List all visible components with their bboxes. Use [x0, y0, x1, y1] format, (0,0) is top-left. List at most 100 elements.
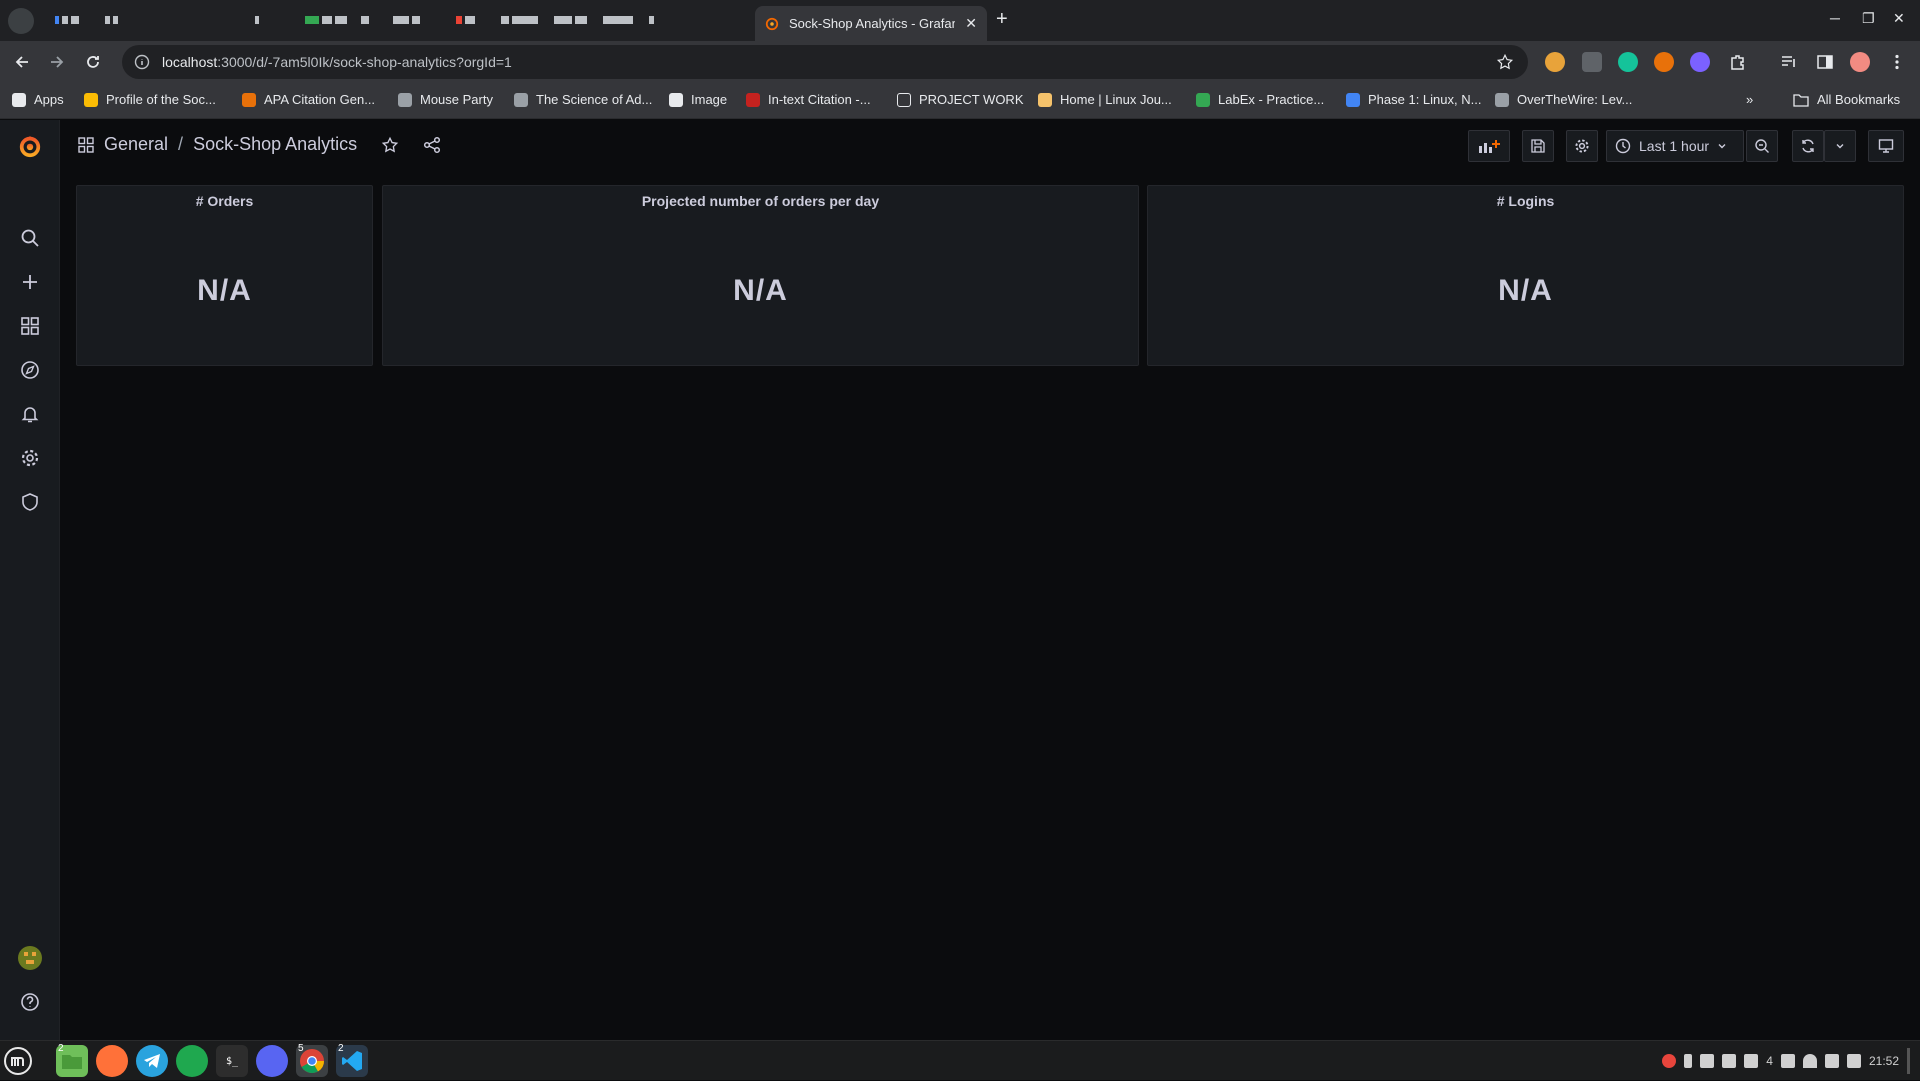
vscode-icon[interactable]: 2 — [336, 1043, 368, 1077]
background-tabs-2[interactable] — [255, 12, 654, 28]
bookmark-star-icon[interactable] — [1496, 53, 1514, 71]
clipboard-icon[interactable] — [1700, 1054, 1715, 1068]
new-tab-icon[interactable]: + — [996, 8, 1008, 31]
evernote-app-icon[interactable] — [176, 1045, 208, 1077]
music-icon[interactable] — [1824, 1054, 1839, 1068]
start-menu-icon[interactable] — [2, 1045, 34, 1077]
save-dashboard-button[interactable] — [1522, 130, 1554, 162]
forward-icon[interactable] — [46, 51, 68, 73]
kebab-menu-icon[interactable] — [1886, 51, 1908, 73]
wifi-icon[interactable] — [1802, 1054, 1817, 1068]
monitor-icon — [1878, 138, 1894, 154]
metamask-icon[interactable] — [1654, 52, 1674, 72]
bookmark-label: APA Citation Gen... — [264, 92, 376, 107]
more-bookmarks-icon[interactable]: » — [1746, 92, 1753, 107]
bluetooth-icon[interactable] — [1684, 1054, 1693, 1068]
keyboard-layout-icon[interactable] — [1780, 1054, 1795, 1068]
browser-tab-strip: Sock-Shop Analytics - Grafan ✕ + ─ ❐ ✕ — [0, 0, 1920, 41]
side-panel-icon[interactable] — [1814, 51, 1836, 73]
apps-grid-icon — [12, 92, 26, 107]
server-admin-shield-icon[interactable] — [18, 490, 42, 514]
bookmark-item[interactable]: LabEx - Practice... — [1196, 92, 1324, 107]
add-panel-button[interactable] — [1468, 130, 1510, 162]
bookmark-item[interactable]: Mouse Party — [398, 92, 493, 107]
extension-5-icon[interactable] — [1690, 52, 1710, 72]
help-icon[interactable] — [18, 990, 42, 1014]
dashboards-grid-icon[interactable] — [18, 314, 42, 338]
grammarly-icon[interactable] — [1618, 52, 1638, 72]
bookmark-item[interactable]: APA Citation Gen... — [242, 92, 375, 107]
bookmark-item[interactable]: Phase 1: Linux, N... — [1346, 92, 1481, 107]
panel-title[interactable]: Projected number of orders per day — [383, 193, 1138, 209]
reload-icon[interactable] — [82, 51, 104, 73]
bookmark-item[interactable]: Home | Linux Jou... — [1038, 92, 1172, 107]
alerting-bell-icon[interactable] — [18, 402, 42, 426]
profile-avatar[interactable] — [1850, 52, 1870, 72]
close-tab-icon[interactable]: ✕ — [965, 15, 977, 32]
panel-logins[interactable]: # Logins N/A — [1147, 185, 1904, 366]
clock-time[interactable]: 21:52 — [1869, 1054, 1899, 1068]
zoom-out-button[interactable] — [1746, 130, 1778, 162]
bookmark-item[interactable]: PROJECT WORK — [897, 92, 1024, 107]
discord-icon[interactable] — [256, 1045, 288, 1077]
terminal-icon[interactable]: $_ — [216, 1045, 248, 1077]
all-bookmarks-button[interactable]: All Bookmarks — [1793, 92, 1900, 107]
create-plus-icon[interactable] — [18, 270, 42, 294]
search-icon[interactable] — [18, 226, 42, 250]
view-mode-button[interactable] — [1868, 130, 1904, 162]
show-desktop-button[interactable] — [1907, 1048, 1910, 1074]
folder-link[interactable]: General — [104, 134, 168, 155]
files-app-icon[interactable]: 2 — [56, 1043, 88, 1077]
shield-tray-icon[interactable] — [1722, 1054, 1737, 1068]
chrome-icon[interactable]: 5 — [296, 1043, 328, 1077]
firefox-icon[interactable] — [96, 1045, 128, 1077]
dashboard-settings-button[interactable] — [1566, 130, 1598, 162]
battery-icon[interactable] — [1846, 1054, 1861, 1068]
telegram-icon[interactable] — [136, 1045, 168, 1077]
share-icon[interactable] — [423, 136, 441, 154]
notifications-icon[interactable] — [1744, 1054, 1759, 1068]
address-bar[interactable]: localhost:3000/d/-7am5l0Ik/sock-shop-ana… — [122, 45, 1528, 79]
breadcrumb: General / Sock-Shop Analytics — [78, 134, 441, 155]
tab-search-icon[interactable] — [8, 8, 34, 34]
bookmark-item[interactable]: Apps — [12, 92, 64, 107]
window-close-icon[interactable]: ✕ — [1893, 10, 1905, 27]
bookmark-label: Home | Linux Jou... — [1060, 92, 1172, 107]
bookmark-item[interactable]: OverTheWire: Lev... — [1495, 92, 1632, 107]
refresh-interval-dropdown[interactable] — [1824, 130, 1856, 162]
panel-title[interactable]: # Logins — [1148, 193, 1903, 209]
time-range-label: Last 1 hour — [1639, 138, 1710, 154]
time-picker-button[interactable]: Last 1 hour — [1606, 130, 1744, 162]
explore-compass-icon[interactable] — [18, 358, 42, 382]
configuration-gear-icon[interactable] — [18, 446, 42, 470]
timer-icon[interactable] — [1662, 1054, 1677, 1068]
favorite-star-icon[interactable] — [381, 136, 399, 154]
active-tab[interactable]: Sock-Shop Analytics - Grafan ✕ — [755, 6, 987, 41]
panel-projected-orders[interactable]: Projected number of orders per day N/A — [382, 185, 1139, 366]
zoom-out-icon — [1754, 138, 1770, 154]
extensions-puzzle-icon[interactable] — [1727, 51, 1749, 73]
extension-1-icon[interactable] — [1545, 52, 1565, 72]
bookmark-item[interactable]: In-text Citation -... — [746, 92, 871, 107]
bookmark-item[interactable]: The Science of Ad... — [514, 92, 652, 107]
background-tabs[interactable] — [55, 12, 118, 28]
mouse-icon — [398, 92, 412, 107]
refresh-button[interactable] — [1792, 130, 1824, 162]
restore-icon[interactable]: ❐ — [1862, 10, 1875, 27]
panel-orders[interactable]: # Orders N/A — [76, 185, 373, 366]
media-queue-icon[interactable] — [1778, 51, 1800, 73]
grafana-favicon-icon — [765, 17, 779, 31]
back-icon[interactable] — [11, 51, 33, 73]
bookmark-item[interactable]: Image — [669, 92, 727, 107]
science-icon — [514, 92, 528, 107]
bookmark-item[interactable]: Profile of the Soc... — [84, 92, 216, 107]
grafana-side-menu — [0, 120, 60, 1040]
dashboard-title[interactable]: Sock-Shop Analytics — [193, 134, 357, 155]
grafana-logo-icon[interactable] — [18, 134, 42, 158]
site-info-icon[interactable] — [134, 54, 150, 70]
chevron-down-icon — [1717, 141, 1727, 151]
minimize-icon[interactable]: ─ — [1830, 10, 1840, 26]
panel-title[interactable]: # Orders — [77, 193, 372, 209]
extension-2-icon[interactable] — [1582, 52, 1602, 72]
user-avatar[interactable] — [18, 946, 42, 970]
